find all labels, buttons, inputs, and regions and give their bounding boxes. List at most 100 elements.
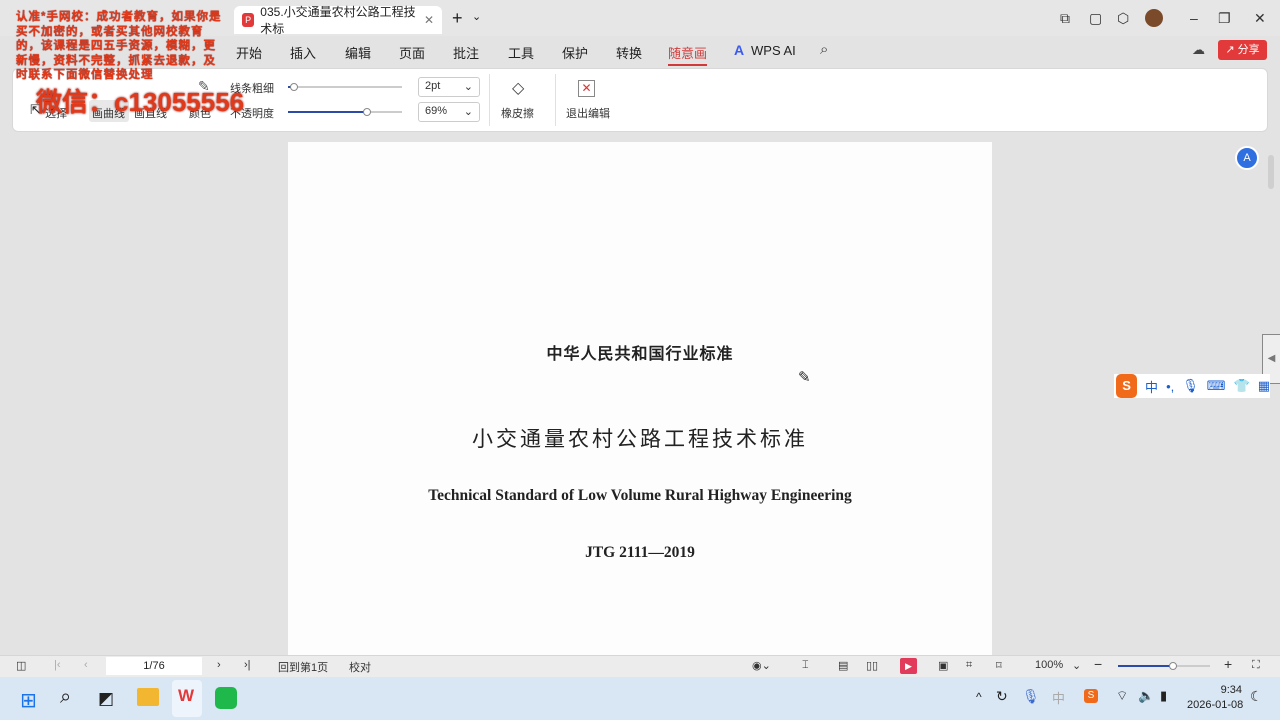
menu-start[interactable]: 开始 <box>236 43 262 62</box>
exit-edit-icon: ✕ <box>578 80 595 97</box>
search-icon[interactable]: ⌕ <box>820 41 828 58</box>
menu-protect[interactable]: 保护 <box>562 43 588 62</box>
opacity-slider-knob[interactable] <box>362 108 371 116</box>
menu-page[interactable]: 页面 <box>399 43 425 62</box>
keyboard-icon[interactable]: ⌨ <box>1207 378 1226 394</box>
battery-icon[interactable]: ▮ <box>1160 688 1167 704</box>
menu-convert[interactable]: 转换 <box>616 43 642 62</box>
opacity-value: 69% <box>425 105 448 117</box>
ime-punct[interactable]: •, <box>1166 379 1174 394</box>
volume-icon[interactable]: 🔈 <box>1138 688 1154 704</box>
document-tab[interactable]: P 035.小交通量农村公路工程技术标 ✕ <box>234 5 442 36</box>
doc-title-cn: 小交通量农村公路工程技术标准 <box>472 427 808 451</box>
eraser-dropdown[interactable]: 橡皮擦 <box>501 105 534 121</box>
tray-mic-icon[interactable]: 🎙 <box>1022 688 1040 705</box>
thickness-value: 2pt <box>425 80 441 92</box>
fullscreen-icon[interactable]: ⛶ <box>1252 659 1260 672</box>
menu-freehand[interactable]: 随意画 <box>668 43 708 66</box>
windows-icon[interactable]: ▢ <box>1089 10 1102 27</box>
new-tab-button[interactable]: + <box>452 8 463 29</box>
share-button[interactable]: ↗ 分享 <box>1218 40 1267 60</box>
exit-edit-button[interactable]: 退出编辑 <box>566 105 610 121</box>
single-page-icon[interactable]: ▤ <box>838 659 848 672</box>
restore-button[interactable]: ❐ <box>1218 10 1231 27</box>
zoom-out-button[interactable]: − <box>1094 656 1102 672</box>
sidebar-toggle-icon[interactable]: ◫ <box>16 659 26 672</box>
wifi-icon[interactable]: ⌔ <box>1116 688 1128 704</box>
pen-cursor-icon: ✎ <box>798 369 811 386</box>
prev-page-icon[interactable]: ‹ <box>84 659 88 671</box>
cloud-sync-icon[interactable]: ☁ <box>1192 42 1205 58</box>
eraser-icon: ◇ <box>512 80 525 97</box>
cube-icon[interactable]: ⬡ <box>1117 10 1129 27</box>
skin-icon[interactable]: 👕 <box>1234 378 1250 394</box>
two-page-icon[interactable]: ▯▯ <box>866 659 878 672</box>
eye-mode-icon[interactable]: ◉⌄ <box>752 659 771 672</box>
vertical-scrollbar[interactable] <box>1268 155 1274 189</box>
zoom-dropdown-icon[interactable]: ⌄ <box>1072 659 1081 672</box>
crop-icon[interactable]: ⌑ <box>996 659 1002 672</box>
fit-page-icon[interactable]: ⌗ <box>966 659 972 672</box>
close-window-button[interactable]: ✕ <box>1254 10 1266 27</box>
sogou-icon[interactable]: S <box>1116 374 1138 398</box>
menu-edit[interactable]: 编辑 <box>345 43 371 62</box>
wps-icon: W <box>178 686 195 705</box>
minimize-button[interactable]: – <box>1190 10 1198 26</box>
windows-start-icon[interactable]: ⊞ <box>20 688 37 713</box>
avatar[interactable] <box>1145 9 1163 27</box>
zoom-level[interactable]: 100% <box>1035 659 1063 671</box>
wechat-icon[interactable] <box>215 687 237 709</box>
proofread-button[interactable]: 校对 <box>349 659 371 675</box>
notification-icon[interactable]: ☾ <box>1250 688 1263 705</box>
first-page-icon[interactable]: |‹ <box>54 659 61 671</box>
opacity-slider-fill <box>288 111 367 113</box>
doc-code: JTG 2111—2019 <box>585 544 695 561</box>
tab-close-icon[interactable]: ✕ <box>424 13 434 27</box>
chevron-down-icon: ⌄ <box>463 81 473 93</box>
doc-header: 中华人民共和国行业标准 <box>546 344 734 363</box>
screenshot-icon[interactable]: ⧉ <box>1060 10 1070 27</box>
translate-float-button[interactable]: A <box>1235 146 1259 170</box>
sync-icon[interactable]: ↻ <box>996 688 1008 705</box>
tray-expand-icon[interactable]: ^ <box>976 690 982 704</box>
ime-toolbar: S 中 •, 🎙 ⌨ 👕 ▦ <box>1114 374 1270 398</box>
next-page-icon[interactable]: › <box>217 659 221 671</box>
tab-list-chevron-icon[interactable]: ⌄ <box>472 10 481 23</box>
clock-date[interactable]: 2026-01-08 <box>1187 699 1243 711</box>
zoom-in-button[interactable]: + <box>1224 656 1232 672</box>
play-icon[interactable]: ▶ <box>900 658 917 674</box>
opacity-select[interactable]: 69% ⌄ <box>418 102 480 122</box>
share-label: 分享 <box>1237 44 1260 56</box>
reading-mode-icon[interactable]: ▣ <box>938 659 948 672</box>
document-page: 中华人民共和国行业标准 小交通量农村公路工程技术标准 Technical Sta… <box>288 142 992 655</box>
wps-ai-button[interactable]: WPS AI <box>751 43 796 58</box>
thickness-slider[interactable] <box>288 83 402 91</box>
file-explorer-icon[interactable] <box>137 688 159 706</box>
clock-time[interactable]: 9:34 <box>1220 684 1242 696</box>
opacity-slider[interactable] <box>288 108 402 116</box>
thickness-select[interactable]: 2pt ⌄ <box>418 77 480 97</box>
wps-taskbar-button[interactable]: W <box>172 680 202 717</box>
microphone-icon[interactable]: 🎙 <box>1182 378 1199 394</box>
divider <box>555 74 556 126</box>
search-icon[interactable]: ⌕ <box>60 686 71 709</box>
watermark-wechat: 微信：c13055556 <box>36 87 245 117</box>
zoom-slider[interactable] <box>1118 662 1210 670</box>
ime-tray-icon[interactable]: 中 <box>1052 688 1065 707</box>
chevron-down-icon: ⌄ <box>463 106 473 118</box>
menu-insert[interactable]: 插入 <box>290 43 316 62</box>
tab-title: 035.小交通量农村公路工程技术标 <box>260 5 416 36</box>
task-view-icon[interactable]: ◩ <box>98 689 114 709</box>
thickness-slider-knob[interactable] <box>289 83 298 91</box>
ime-mode[interactable]: 中 <box>1145 377 1158 396</box>
page-number-input[interactable]: 1/76 <box>106 657 202 675</box>
menu-tools[interactable]: 工具 <box>508 43 534 62</box>
wps-ai-icon: A <box>734 42 745 58</box>
sogou-tray-icon[interactable]: S <box>1084 689 1098 703</box>
menu-annotate[interactable]: 批注 <box>453 43 479 62</box>
fit-height-icon[interactable]: ⌶ <box>802 659 809 672</box>
apps-icon[interactable]: ▦ <box>1258 378 1270 394</box>
divider <box>489 74 490 126</box>
last-page-icon[interactable]: ›| <box>244 659 251 671</box>
back-to-first-page[interactable]: 回到第1页 <box>278 659 328 675</box>
